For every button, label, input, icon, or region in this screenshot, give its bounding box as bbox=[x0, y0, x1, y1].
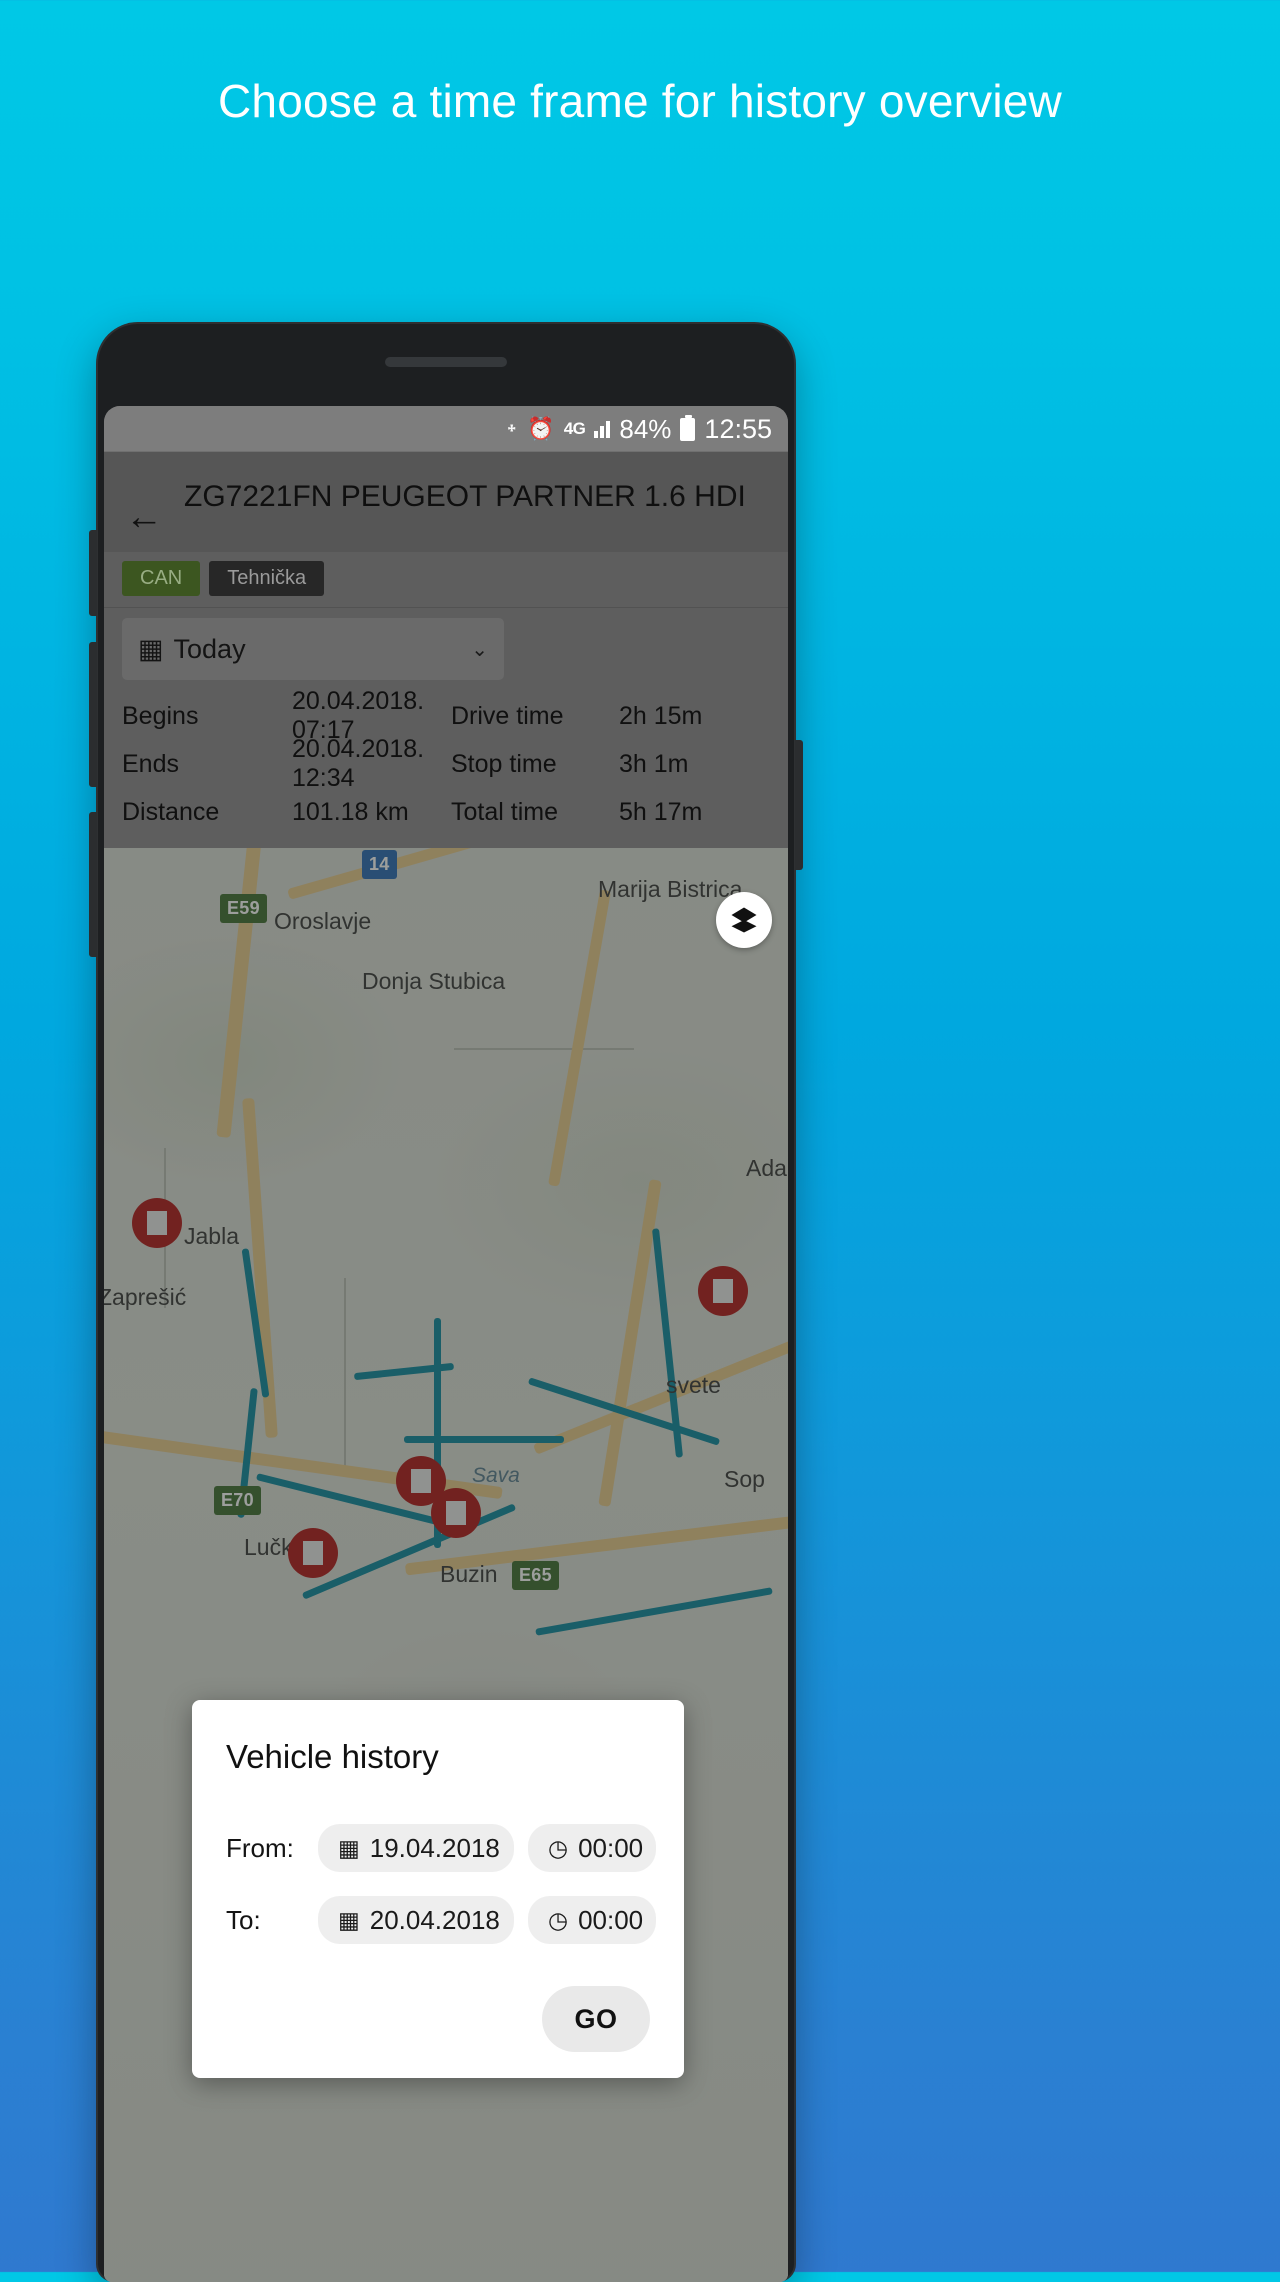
road-segment bbox=[216, 848, 262, 1138]
stat-key: Stop time bbox=[451, 749, 557, 778]
clock-label: 12:55 bbox=[704, 413, 772, 444]
stat-key: Distance bbox=[122, 797, 220, 826]
marker-glyph-icon bbox=[303, 1541, 323, 1565]
chevron-down-icon: ⌄ bbox=[471, 638, 488, 661]
map-marker[interactable] bbox=[431, 1488, 481, 1538]
phone-button-power bbox=[795, 740, 803, 870]
map-label: Zaprešić bbox=[104, 1284, 187, 1310]
calendar-icon: ▦ bbox=[138, 633, 164, 664]
marker-glyph-icon bbox=[713, 1279, 733, 1303]
battery-icon bbox=[680, 414, 696, 441]
layers-icon[interactable] bbox=[716, 892, 772, 948]
phone-mockup: ᛭ ⏰ 4G 84% 12:55 ← ZG7221FN PEUGEOT PART… bbox=[89, 322, 803, 2282]
phone-button-volume-down bbox=[89, 812, 97, 957]
map-marker[interactable] bbox=[132, 1198, 182, 1248]
route-segment bbox=[434, 1318, 441, 1438]
period-selector[interactable]: ▦ Today ⌄ bbox=[122, 618, 504, 680]
road-segment bbox=[598, 1179, 662, 1507]
clock-icon: ◷ bbox=[548, 1906, 569, 1933]
stat-value: 5h 17m bbox=[619, 797, 703, 826]
vehicle-history-dialog: Vehicle history From: ▦ 19.04.2018 ◷ 00:… bbox=[192, 1700, 684, 2078]
dialog-title: Vehicle history bbox=[226, 1738, 439, 1775]
stat-row: Distance 101.18 km bbox=[122, 788, 441, 836]
stat-key: Ends bbox=[122, 749, 179, 778]
from-row: From: ▦ 19.04.2018 ◷ 00:00 bbox=[226, 1824, 656, 1872]
from-date-picker[interactable]: ▦ 19.04.2018 bbox=[318, 1824, 514, 1872]
go-button[interactable]: GO bbox=[542, 1986, 650, 2052]
phone-button-mute bbox=[89, 530, 97, 616]
minor-road bbox=[454, 1048, 634, 1050]
battery-percent-label: 84% bbox=[619, 413, 672, 444]
from-date-value: 19.04.2018 bbox=[369, 1832, 500, 1863]
map-label: Adam bbox=[746, 1155, 788, 1181]
stat-row: Begins 20.04.2018. 07:17 bbox=[122, 687, 441, 744]
to-date-picker[interactable]: ▦ 20.04.2018 bbox=[318, 1896, 514, 1944]
alarm-icon: ⏰ bbox=[527, 416, 555, 441]
map-label: Sop bbox=[724, 1466, 765, 1492]
signal-bars-icon bbox=[594, 420, 611, 438]
stat-row: Stop time 3h 1m bbox=[451, 740, 770, 788]
back-arrow-icon[interactable]: ← bbox=[122, 498, 166, 536]
clock-icon: ◷ bbox=[548, 1834, 569, 1861]
stat-row: Drive time 2h 15m bbox=[451, 692, 770, 740]
status-bar: ᛭ ⏰ 4G 84% 12:55 bbox=[104, 406, 788, 452]
bluetooth-icon: ᛭ bbox=[505, 416, 519, 441]
from-label: From: bbox=[226, 1832, 294, 1863]
to-time-picker[interactable]: ◷ 00:00 bbox=[528, 1896, 656, 1944]
to-date-value: 20.04.2018 bbox=[369, 1904, 500, 1935]
stat-value: 101.18 km bbox=[292, 797, 409, 826]
stat-value: 3h 1m bbox=[619, 749, 689, 778]
road-shield: 14 bbox=[362, 850, 397, 879]
map-label: Oroslavje bbox=[274, 908, 372, 934]
stat-value: 20.04.2018. 12:34 bbox=[292, 735, 425, 792]
road-shield: E59 bbox=[220, 894, 267, 923]
trip-summary: Begins 20.04.2018. 07:17 Ends 20.04.2018… bbox=[104, 687, 788, 848]
network-type-label: 4G bbox=[563, 419, 586, 438]
map-label: Jabla bbox=[184, 1223, 239, 1249]
trip-summary-left-column: Begins 20.04.2018. 07:17 Ends 20.04.2018… bbox=[122, 687, 441, 836]
map-label: Donja Stubica bbox=[362, 968, 506, 994]
phone-button-volume-up bbox=[89, 642, 97, 787]
calendar-icon: ▦ bbox=[338, 1834, 360, 1861]
road-shield: E70 bbox=[214, 1486, 261, 1515]
app-bar: ← ZG7221FN PEUGEOT PARTNER 1.6 HDI bbox=[104, 452, 788, 552]
to-time-value: 00:00 bbox=[578, 1904, 644, 1935]
app-bar-title: ZG7221FN PEUGEOT PARTNER 1.6 HDI bbox=[184, 480, 746, 513]
to-label: To: bbox=[226, 1904, 261, 1935]
route-segment bbox=[535, 1587, 773, 1636]
road-segment bbox=[287, 848, 521, 900]
stat-key: Begins bbox=[122, 701, 199, 730]
phone-earpiece bbox=[385, 357, 507, 367]
stat-value: 2h 15m bbox=[619, 701, 703, 730]
stat-row: Total time 5h 17m bbox=[451, 788, 770, 836]
road-segment bbox=[548, 889, 611, 1187]
dialog-actions: GO bbox=[226, 1986, 650, 2052]
minor-road bbox=[344, 1278, 346, 1468]
calendar-icon: ▦ bbox=[338, 1906, 360, 1933]
from-time-value: 00:00 bbox=[578, 1832, 644, 1863]
map-marker[interactable] bbox=[288, 1528, 338, 1578]
map-marker[interactable] bbox=[698, 1266, 748, 1316]
chip-tehnicka[interactable]: Tehnička bbox=[209, 561, 325, 596]
to-row: To: ▦ 20.04.2018 ◷ 00:00 bbox=[226, 1896, 656, 1944]
marker-glyph-icon bbox=[147, 1211, 167, 1235]
page-title: Choose a time frame for history overview bbox=[218, 75, 1062, 127]
map-label: svete bbox=[666, 1372, 721, 1398]
route-segment bbox=[404, 1436, 564, 1443]
map-label: Buzin bbox=[440, 1561, 498, 1587]
map-label-river: Sava bbox=[472, 1464, 520, 1487]
stat-key: Drive time bbox=[451, 701, 564, 730]
trip-summary-right-column: Drive time 2h 15m Stop time 3h 1m Total … bbox=[451, 692, 770, 836]
map-label: Marija Bistrica bbox=[598, 876, 743, 902]
period-selector-value: Today bbox=[173, 633, 246, 664]
stat-key: Total time bbox=[451, 797, 558, 826]
status-chips: CAN Tehnička bbox=[104, 552, 788, 608]
from-time-picker[interactable]: ◷ 00:00 bbox=[528, 1824, 656, 1872]
chip-can[interactable]: CAN bbox=[122, 561, 201, 596]
stat-row: Ends 20.04.2018. 12:34 bbox=[122, 735, 441, 792]
road-shield: E65 bbox=[512, 1561, 559, 1590]
marker-glyph-icon bbox=[446, 1501, 466, 1525]
marker-glyph-icon bbox=[411, 1469, 431, 1493]
period-selector-wrap: ▦ Today ⌄ bbox=[104, 608, 788, 688]
